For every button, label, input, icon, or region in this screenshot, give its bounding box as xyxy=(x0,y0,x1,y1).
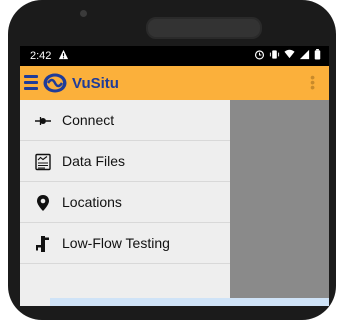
low-flow-testing-icon xyxy=(34,235,52,253)
app-bar: VuSitu • • • xyxy=(20,66,329,100)
nav-item-label: Connect xyxy=(62,112,115,128)
signal-icon xyxy=(299,49,310,63)
battery-icon xyxy=(314,49,321,63)
nav-item-label: Data Files xyxy=(62,153,126,169)
device-screen: 2:42 VuSitu • • • Connect Data Files Loc… xyxy=(20,46,329,306)
speaker-grille xyxy=(146,17,262,39)
nav-item-label: Locations xyxy=(62,194,122,210)
connect-icon xyxy=(34,112,52,130)
more-vert-icon[interactable]: • • • xyxy=(310,70,315,94)
nav-item-low-flow-testing[interactable]: Low-Flow Testing xyxy=(20,223,230,264)
vibrate-icon xyxy=(269,49,280,63)
hamburger-menu-icon[interactable] xyxy=(24,75,38,90)
status-bar: 2:42 xyxy=(20,46,329,66)
data-files-icon xyxy=(34,153,52,171)
drawer-scrim[interactable] xyxy=(230,100,329,306)
app-title: VuSitu xyxy=(72,75,119,92)
wifi-icon xyxy=(284,49,295,63)
camera-icon xyxy=(80,10,87,17)
alarm-icon xyxy=(254,49,265,63)
nav-item-locations[interactable]: Locations xyxy=(20,182,230,223)
content-strip xyxy=(50,298,329,306)
location-pin-icon xyxy=(34,194,52,212)
nav-item-label: Low-Flow Testing xyxy=(62,235,170,251)
status-time: 2:42 xyxy=(30,50,52,62)
warning-icon xyxy=(58,49,69,63)
navigation-drawer: Connect Data Files Locations Low-Flow Te… xyxy=(20,100,230,306)
nav-item-data-files[interactable]: Data Files xyxy=(20,141,230,182)
vusitu-logo-icon xyxy=(42,72,68,94)
nav-item-connect[interactable]: Connect xyxy=(20,100,230,141)
